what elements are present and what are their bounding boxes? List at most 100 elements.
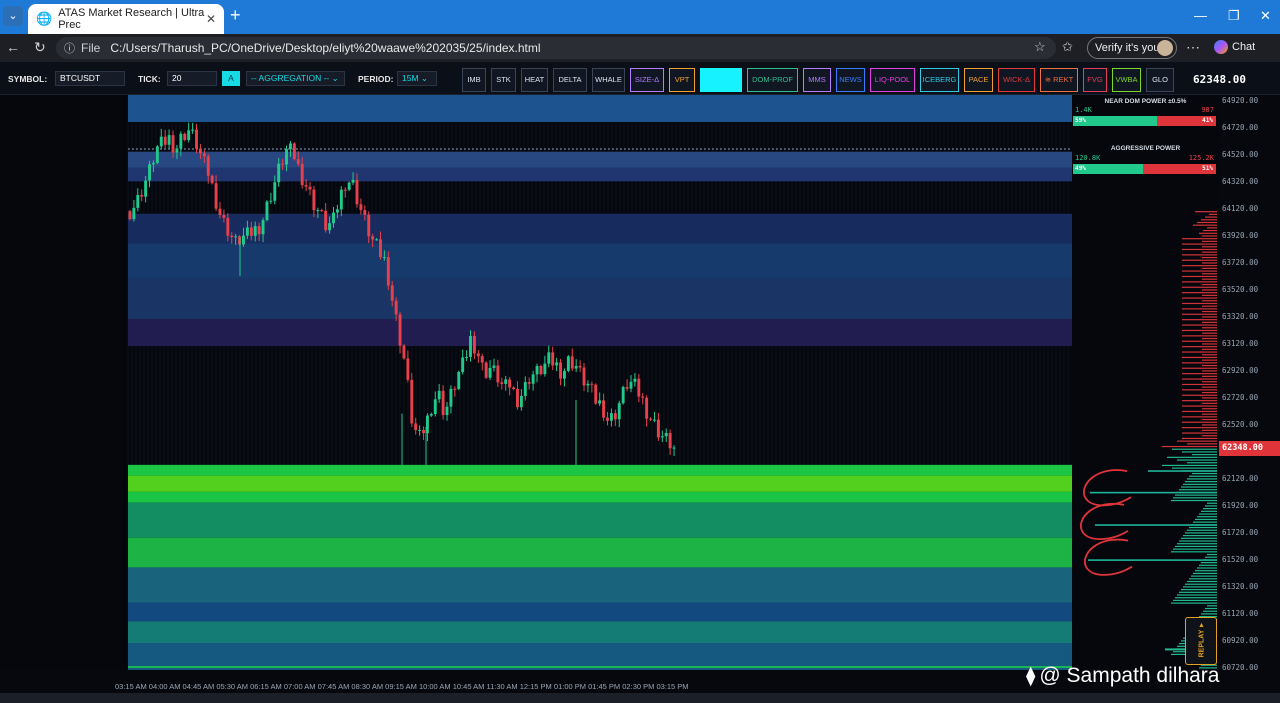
candle-body: [191, 129, 195, 131]
candle-body: [437, 390, 441, 400]
profile-bar: [1182, 248, 1217, 251]
profile-bar: [1181, 537, 1217, 539]
indicator-button-wick[interactable]: WICK-Δ: [998, 68, 1035, 92]
profile-bar: [1182, 313, 1217, 315]
candle-body: [519, 395, 523, 408]
price-chart[interactable]: [0, 95, 1218, 670]
indicator-button-liq-pool[interactable]: LIQ-POOL: [870, 68, 915, 92]
aggregation-select[interactable]: -- AGGREGATION -- ⌄: [246, 71, 345, 86]
verify-profile-button[interactable]: Verify it's you: [1087, 37, 1177, 59]
profile-bar: [1202, 348, 1217, 350]
profile-bar: [1202, 424, 1217, 426]
candle-body: [472, 335, 476, 354]
symbol-input[interactable]: BTCUSDT: [55, 71, 125, 86]
profile-bar: [1182, 265, 1217, 267]
indicator-button-delta[interactable]: DELTA: [553, 68, 587, 92]
candle-body: [151, 162, 155, 165]
profile-bar: [1187, 478, 1217, 480]
profile-bar: [1202, 316, 1217, 318]
tick-input[interactable]: 20: [167, 71, 217, 86]
indicator-button-size[interactable]: SIZE-Δ: [630, 68, 664, 92]
heat-band: [128, 278, 1072, 320]
address-bar[interactable]: ⓘ File C:/Users/Tharush_PC/OneDrive/Desk…: [56, 37, 1056, 59]
close-tab-icon[interactable]: ✕: [206, 12, 216, 26]
more-menu-icon[interactable]: ⋯: [1186, 39, 1200, 56]
profile-bar: [1182, 367, 1217, 369]
indicator-button-stk[interactable]: STK: [491, 68, 516, 92]
candle-body: [375, 239, 379, 241]
tick-label: TICK:: [138, 74, 161, 84]
profile-bar: [1202, 413, 1217, 415]
indicator-button-vwba[interactable]: VWBA: [1112, 68, 1141, 92]
indicator-button-heat[interactable]: HEAT: [521, 68, 548, 92]
profile-bar: [1189, 526, 1217, 529]
candle-body: [214, 183, 218, 209]
indicator-button-glo[interactable]: GLO: [1146, 68, 1174, 92]
favorite-star-icon[interactable]: ☆: [1034, 39, 1046, 55]
candle-body: [148, 164, 151, 181]
candle-body: [140, 194, 144, 197]
replay-button[interactable]: ▲ REPLAY: [1185, 617, 1217, 665]
indicator-button-whale[interactable]: WHALE: [592, 68, 625, 92]
profile-bar: [1182, 373, 1217, 375]
candle-body: [128, 211, 132, 220]
candle-body: [363, 210, 367, 215]
avatar: [1157, 40, 1173, 56]
refresh-icon[interactable]: ↻: [34, 39, 46, 56]
profile-bar: [1177, 594, 1217, 596]
candle-body: [645, 397, 649, 419]
highlight-level-bar: [1088, 559, 1217, 561]
indicator-button-vpt[interactable]: VPT: [669, 68, 695, 92]
profile-bar: [1175, 545, 1217, 548]
indicator-button-news[interactable]: NEWS: [836, 68, 865, 92]
browser-tab[interactable]: 🌐 ATAS Market Research | Ultra Prec ✕: [28, 4, 224, 34]
heat-band: [128, 151, 1072, 168]
back-icon[interactable]: ←: [6, 39, 20, 55]
indicator-button-dom-prof[interactable]: DOM-PROF: [747, 68, 798, 92]
candle-body: [621, 387, 625, 404]
indicator-button-pace[interactable]: PACE: [964, 68, 993, 92]
indicator-button-fvg[interactable]: FVG: [1083, 68, 1107, 92]
replay-label: REPLAY: [1198, 629, 1206, 658]
profile-bar: [1201, 613, 1217, 615]
close-window-icon[interactable]: ✕: [1260, 8, 1271, 24]
favorites-icon[interactable]: ✩: [1062, 39, 1073, 55]
indicator-button-highlight[interactable]: [700, 68, 742, 92]
candle-body: [613, 413, 617, 420]
period-select[interactable]: 15M ⌄: [397, 71, 437, 86]
period-label: PERIOD:: [358, 74, 394, 84]
copilot-chat-button[interactable]: Chat: [1214, 40, 1255, 54]
candle-body: [195, 129, 198, 149]
aggr-sell-bar: 51%: [1143, 164, 1216, 174]
profile-bar: [1202, 429, 1217, 431]
info-icon[interactable]: ⓘ: [64, 40, 75, 56]
candle-body: [316, 210, 320, 212]
profile-bar: [1207, 502, 1217, 504]
candle-body: [508, 379, 512, 388]
browser-titlebar: ⌄ 🌐 ATAS Market Research | Ultra Prec ✕ …: [0, 0, 1280, 34]
profile-bar: [1201, 510, 1217, 512]
indicator-button-rekt[interactable]: ≋ REKT: [1040, 68, 1078, 92]
profile-bar: [1202, 300, 1217, 302]
url-text[interactable]: C:/Users/Tharush_PC/OneDrive/Desktop/eli…: [110, 41, 540, 55]
candle-body: [476, 353, 480, 357]
candle-body: [539, 366, 543, 375]
tab-actions-menu[interactable]: ⌄: [3, 6, 23, 26]
profile-bar: [1171, 551, 1217, 553]
indicator-button-mms[interactable]: MMS: [803, 68, 831, 92]
candle-body: [242, 235, 245, 245]
candle-body: [226, 217, 230, 236]
aggr-sell-value: 125.2K: [1188, 154, 1214, 162]
profile-bar: [1182, 410, 1217, 413]
profile-bar: [1197, 567, 1217, 569]
profile-bar: [1182, 437, 1217, 440]
indicator-button-iceberg[interactable]: ICEBERG: [920, 68, 959, 92]
indicator-button-imb[interactable]: IMB: [462, 68, 486, 92]
auto-tick-button[interactable]: A: [222, 71, 240, 86]
minimize-icon[interactable]: —: [1194, 8, 1207, 23]
new-tab-button[interactable]: +: [230, 5, 241, 26]
profile-bar: [1205, 607, 1217, 610]
maximize-icon[interactable]: ❐: [1228, 8, 1240, 24]
candle-body: [347, 182, 351, 190]
candle-body: [206, 156, 210, 176]
